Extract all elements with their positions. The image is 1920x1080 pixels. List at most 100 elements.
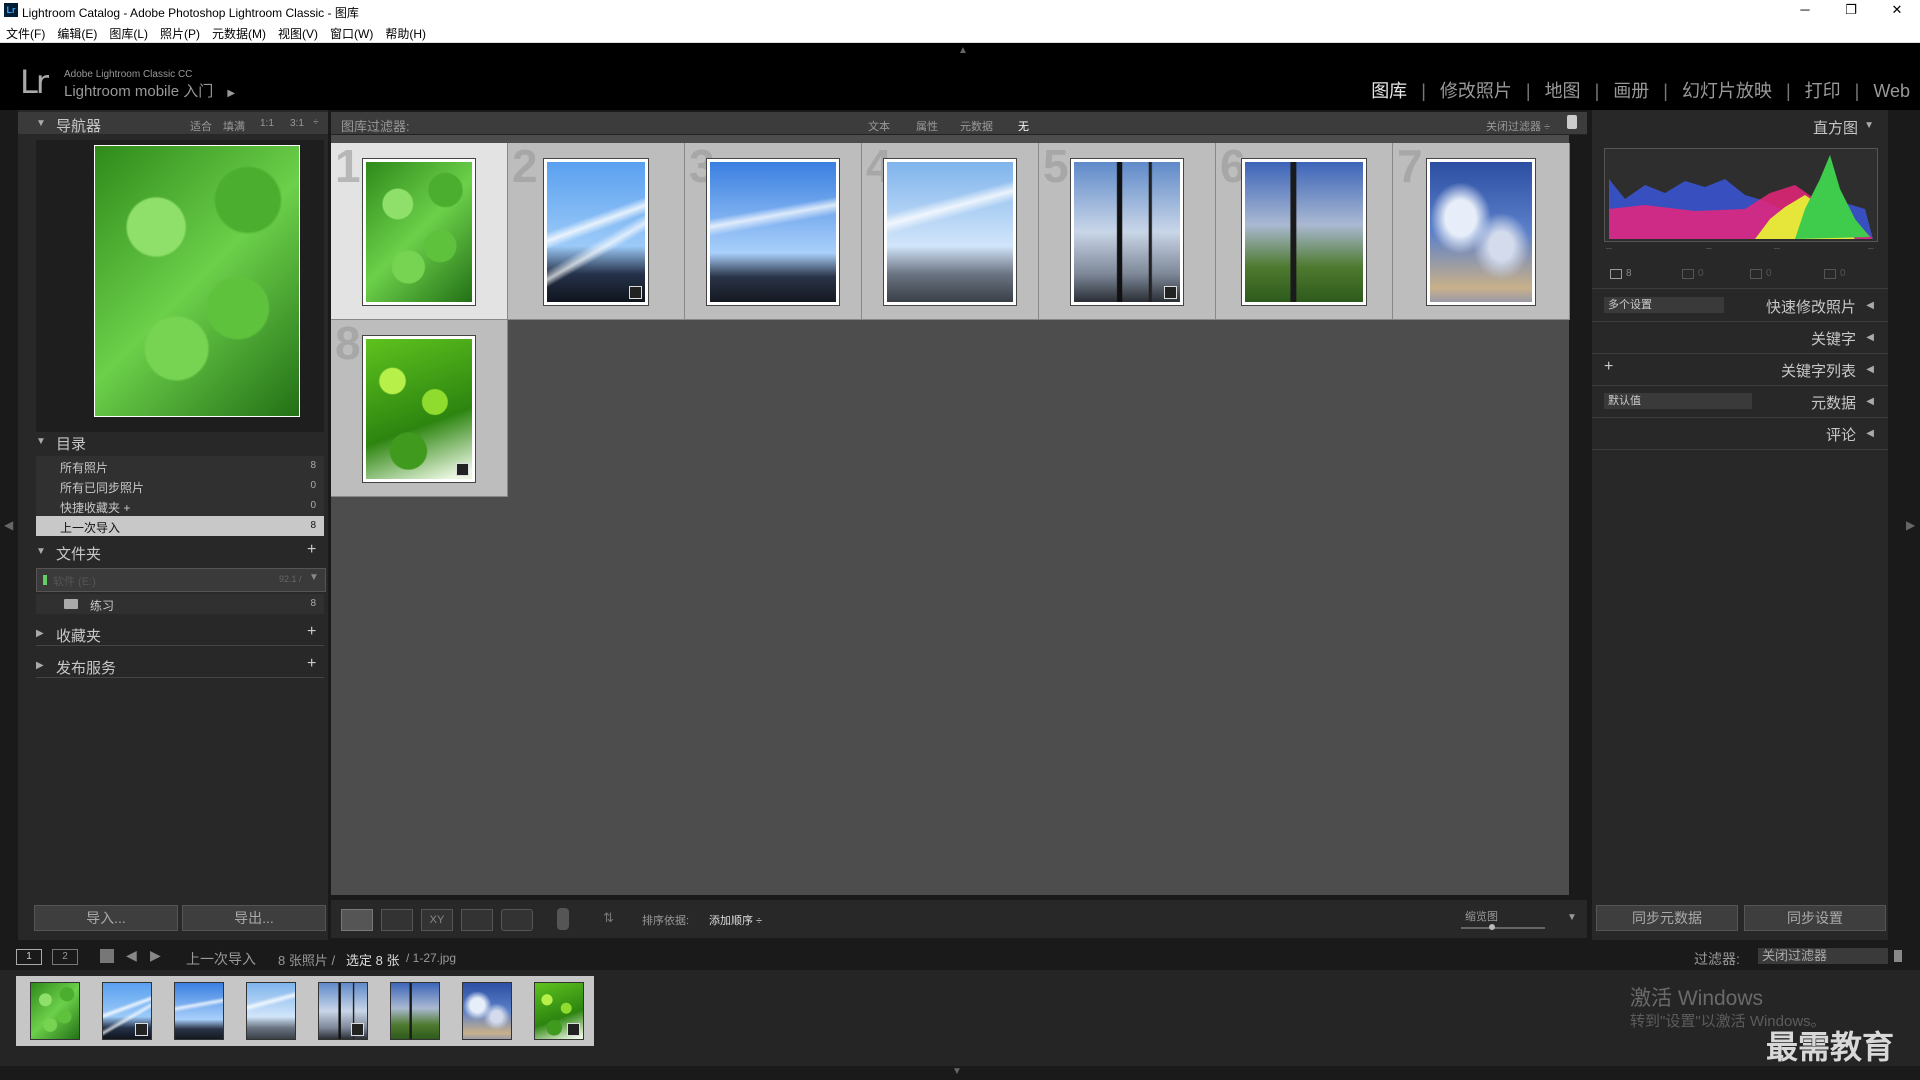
filmstrip-thumb-2[interactable] <box>102 982 152 1040</box>
filter-lock-icon[interactable] <box>1894 950 1902 962</box>
filmstrip-thumb-6[interactable] <box>390 982 440 1040</box>
minimize-button[interactable]: ─ <box>1782 0 1828 22</box>
add-folder-icon[interactable]: + <box>307 541 316 559</box>
menu-help[interactable]: 帮助(H) <box>379 22 432 42</box>
grid-cell-8[interactable]: 8 <box>331 317 508 497</box>
compare-view-icon[interactable]: XY <box>421 909 453 931</box>
comments-header[interactable]: 评论 ◀ <box>1604 424 1888 446</box>
sync-photo-icon[interactable] <box>1824 269 1836 279</box>
sync-settings-button[interactable]: 同步设置 <box>1744 905 1886 931</box>
module-print[interactable]: 打印 <box>1805 81 1841 101</box>
grid-cell-4[interactable]: 4 <box>862 140 1039 320</box>
collapse-bottom-icon[interactable]: ▼ <box>952 1066 962 1077</box>
sort-direction-icon[interactable]: ⇅ <box>603 910 614 926</box>
photo-thumbnail[interactable] <box>1242 159 1366 305</box>
histogram[interactable] <box>1604 148 1878 242</box>
spray-can-icon[interactable] <box>557 908 569 930</box>
filmstrip-thumb-4[interactable] <box>246 982 296 1040</box>
photo-thumbnail[interactable] <box>363 159 475 305</box>
grid-icon[interactable] <box>100 949 114 963</box>
module-develop[interactable]: 修改照片 <box>1440 81 1512 101</box>
grid-cell-3[interactable]: 3 <box>685 140 862 320</box>
module-library[interactable]: 图库 <box>1371 81 1407 101</box>
zoom-dropdown-icon[interactable]: ÷ <box>313 117 319 128</box>
catalog-item-all-photos[interactable]: 所有照片 8 <box>36 456 324 476</box>
grid-cell-1[interactable]: 1 <box>331 140 508 320</box>
collapse-right-icon[interactable]: ▶ <box>1906 518 1915 532</box>
volume-dropdown-icon[interactable]: ▼ <box>309 572 319 583</box>
zoom-fit[interactable]: 适合 <box>190 118 212 134</box>
catalog-header[interactable]: ▼ 目录 <box>18 430 328 453</box>
filmstrip-thumb-8[interactable] <box>534 982 584 1040</box>
module-web[interactable]: Web <box>1873 81 1910 101</box>
filmstrip-thumb-3[interactable] <box>174 982 224 1040</box>
filmstrip-thumb-1[interactable] <box>30 982 80 1040</box>
module-slideshow[interactable]: 幻灯片放映 <box>1682 81 1772 101</box>
loupe-view-icon[interactable] <box>381 909 413 931</box>
missing-photo-icon[interactable] <box>1750 269 1762 279</box>
sync-metadata-button[interactable]: 同步元数据 <box>1596 905 1738 931</box>
filmstrip-thumb-5[interactable] <box>318 982 368 1040</box>
export-button[interactable]: 导出... <box>182 905 326 931</box>
catalog-item-synced[interactable]: 所有已同步照片 0 <box>36 476 324 496</box>
menu-view[interactable]: 视图(V) <box>272 22 324 42</box>
smart-preview-icon[interactable] <box>1682 269 1694 279</box>
thumbnail-size-slider[interactable] <box>1461 924 1545 930</box>
navigator-header[interactable]: ▼ 导航器 适合 填满 1:1 3:1 ÷ <box>18 112 328 135</box>
filter-tab-none[interactable]: 无 <box>1018 118 1029 134</box>
add-collection-icon[interactable]: + <box>307 623 316 641</box>
menu-photo[interactable]: 照片(P) <box>154 22 206 42</box>
survey-view-icon[interactable] <box>461 909 493 931</box>
publish-header[interactable]: ▶ 发布服务 + <box>18 654 328 677</box>
main-screen-button[interactable]: 1 <box>16 949 42 965</box>
metadata-header[interactable]: 默认值 元数据 ◀ <box>1604 392 1888 414</box>
folders-header[interactable]: ▼ 文件夹 + <box>18 540 328 563</box>
filmstrip-source[interactable]: 上一次导入 <box>186 949 256 969</box>
keyword-list-header[interactable]: + 关键字列表 ◀ <box>1604 358 1888 382</box>
people-view-icon[interactable] <box>501 909 533 931</box>
folder-item[interactable]: 练习 8 <box>36 594 324 614</box>
photo-thumbnail[interactable] <box>1427 159 1535 305</box>
saved-preset-dropdown[interactable]: 多个设置 <box>1604 297 1724 313</box>
grid-cell-7[interactable]: 7 <box>1393 140 1570 320</box>
grid-cell-2[interactable]: 2 <box>508 140 685 320</box>
zoom-3-1[interactable]: 3:1 <box>290 118 304 129</box>
sort-dropdown[interactable]: 添加顺序 ÷ <box>709 912 762 928</box>
catalog-item-quick-collection[interactable]: 快捷收藏夹 +0 <box>36 496 324 516</box>
volume-bar[interactable]: 软件 (E:) 92.1 / ▼ <box>36 568 326 592</box>
menu-metadata[interactable]: 元数据(M) <box>206 22 272 42</box>
menu-library[interactable]: 图库(L) <box>103 22 154 42</box>
module-book[interactable]: 画册 <box>1613 81 1649 101</box>
lock-icon[interactable] <box>1567 115 1577 129</box>
original-photo-icon[interactable] <box>1610 269 1622 279</box>
restore-button[interactable]: ❐ <box>1828 0 1874 22</box>
zoom-fill[interactable]: 填满 <box>223 118 245 134</box>
photo-thumbnail[interactable] <box>707 159 839 305</box>
menu-window[interactable]: 窗口(W) <box>324 22 379 42</box>
second-screen-button[interactable]: 2 <box>52 949 78 965</box>
slider-thumb[interactable] <box>1489 924 1495 930</box>
metadata-preset-dropdown[interactable]: 默认值 <box>1604 393 1752 409</box>
add-publish-icon[interactable]: + <box>307 655 316 673</box>
navigator-preview[interactable] <box>36 140 324 432</box>
current-filename[interactable]: / 1-27.jpg <box>406 951 456 965</box>
photo-thumbnail[interactable] <box>1071 159 1183 305</box>
menu-edit[interactable]: 编辑(E) <box>51 22 103 42</box>
collections-header[interactable]: ▶ 收藏夹 + <box>18 622 328 645</box>
photo-thumbnail[interactable] <box>363 336 475 482</box>
grid-cell-5[interactable]: 5 <box>1039 140 1216 320</box>
close-button[interactable]: ✕ <box>1874 0 1920 22</box>
zoom-1-1[interactable]: 1:1 <box>260 118 274 129</box>
menu-file[interactable]: 文件(F) <box>0 22 51 42</box>
grid-cell-6[interactable]: 6 <box>1216 140 1393 320</box>
add-keyword-icon[interactable]: + <box>1604 358 1613 376</box>
collapse-left-icon[interactable]: ◀ <box>4 518 13 532</box>
filmstrip-filter-dropdown[interactable]: 关闭过滤器 <box>1758 948 1888 964</box>
photo-thumbnail[interactable] <box>884 159 1016 305</box>
toolbar-menu-icon[interactable]: ▼ <box>1567 912 1577 923</box>
back-arrow-icon[interactable]: ◀ <box>126 947 137 964</box>
photo-thumbnail[interactable] <box>544 159 648 305</box>
mobile-link[interactable]: Lightroom mobile 入门 ▶ <box>64 80 235 101</box>
filter-tab-text[interactable]: 文本 <box>868 118 890 134</box>
module-map[interactable]: 地图 <box>1545 81 1581 101</box>
